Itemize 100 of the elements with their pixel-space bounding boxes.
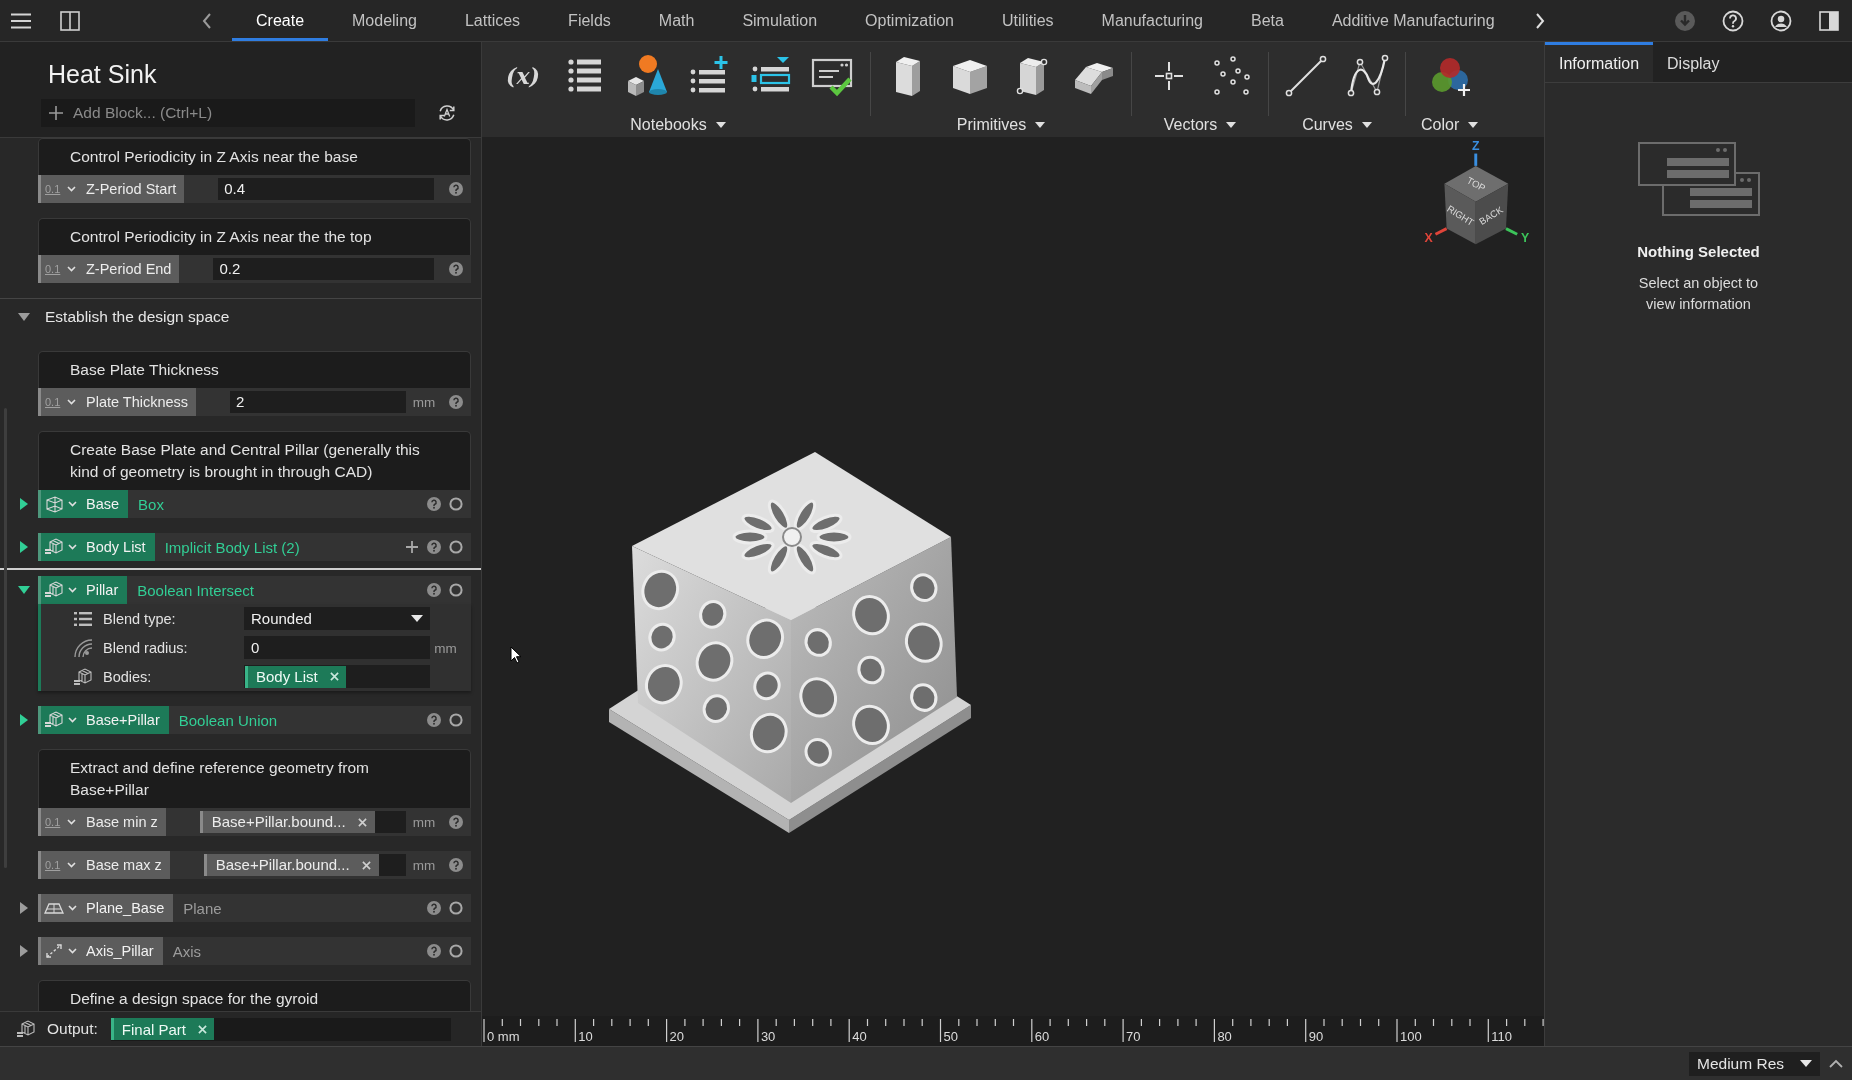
note-card: Control Periodicity in Z Axis near the base — [38, 138, 471, 175]
ribbon-tab[interactable]: Math — [634, 0, 719, 41]
group-menu-button[interactable]: Notebooks — [630, 116, 726, 134]
unit-label: mm — [411, 814, 437, 830]
value-field[interactable]: 2 — [230, 391, 406, 413]
chevron-left-icon[interactable] — [202, 12, 212, 29]
plus-icon[interactable] — [405, 540, 419, 554]
caret-icon — [1800, 1060, 1812, 1067]
parameter-label[interactable]: 0.1 Base max z — [38, 851, 170, 879]
group-menu-button[interactable]: Primitives — [956, 116, 1046, 134]
number-type-glyph: 0.1 — [45, 396, 61, 408]
block-label[interactable]: Axis_Pillar — [38, 937, 163, 965]
add-block-field[interactable]: Add Block... (Ctrl+L) — [41, 99, 415, 127]
chevron-up-icon[interactable] — [1829, 1059, 1843, 1068]
help-icon[interactable] — [1722, 9, 1744, 32]
ruler-label: 20 — [669, 1029, 685, 1044]
ribbon-tab[interactable]: Modeling — [328, 0, 441, 41]
expand-triangle-icon[interactable] — [18, 945, 30, 957]
expand-triangle-icon[interactable] — [18, 311, 30, 323]
ring-icon[interactable] — [449, 583, 463, 597]
dropdown[interactable]: Rounded — [244, 607, 430, 630]
block-type-label: Box — [138, 495, 164, 513]
body-icon — [44, 711, 64, 729]
line-segment-icon[interactable] — [1284, 54, 1328, 98]
ruler-label: 0 mm — [487, 1029, 520, 1044]
ribbon-tab[interactable]: Manufacturing — [1077, 0, 1227, 41]
group-menu-button[interactable]: Curves — [1302, 116, 1372, 134]
close-icon[interactable] — [198, 1024, 208, 1034]
ruler-label: 50 — [943, 1029, 958, 1044]
sidebar-right-icon[interactable] — [1818, 9, 1840, 32]
expand-triangle-icon[interactable] — [18, 541, 30, 553]
group-menu-button[interactable]: Vectors — [1163, 116, 1237, 134]
parameter-label[interactable]: 0.1 Z-Period Start — [38, 175, 185, 203]
plus-icon — [49, 106, 63, 120]
ring-icon[interactable] — [449, 540, 463, 554]
ruler-label: 80 — [1217, 1029, 1232, 1044]
ring-icon[interactable] — [449, 944, 463, 958]
ring-icon[interactable] — [449, 497, 463, 511]
block-label[interactable]: Body List — [38, 533, 155, 561]
shapes-icon[interactable] — [625, 54, 669, 98]
note-card: Base Plate Thickness — [38, 351, 471, 388]
ribbon-tab[interactable]: Optimization — [841, 0, 978, 41]
block-label[interactable]: Base — [38, 490, 129, 518]
ring-icon[interactable] — [449, 901, 463, 915]
parameter-label[interactable]: 0.1 Base min z — [38, 808, 166, 836]
parameter-name: Z-Period Start — [86, 181, 177, 197]
spline-curve-icon[interactable] — [1346, 54, 1390, 98]
panel-layout-icon[interactable] — [60, 10, 80, 31]
block-type-label: Plane — [183, 899, 222, 917]
ribbon-tab[interactable]: Additive Manufacturing — [1307, 0, 1519, 41]
close-icon[interactable] — [357, 817, 367, 827]
block-label[interactable]: Plane_Base — [38, 894, 174, 922]
block-name: Base+Pillar — [86, 712, 160, 728]
variable-button[interactable]: (x) — [501, 54, 545, 98]
value-field[interactable]: 0.2 — [213, 258, 434, 280]
ruler-label: 110 — [1491, 1029, 1513, 1044]
body-icon — [16, 1019, 36, 1039]
ribbon-tab[interactable]: Utilities — [978, 0, 1078, 41]
menu-icon[interactable] — [10, 12, 32, 29]
caret-icon — [1035, 122, 1046, 128]
expand-triangle-icon[interactable] — [18, 584, 30, 596]
caret-icon — [1468, 122, 1479, 128]
body-chip[interactable]: Final Part — [110, 1018, 215, 1040]
caret-icon — [67, 399, 76, 405]
block-name: Pillar — [86, 582, 119, 598]
user-icon[interactable] — [1770, 9, 1792, 32]
ribbon-tab[interactable]: Simulation — [718, 0, 842, 41]
output-field[interactable]: Final Part — [110, 1017, 451, 1041]
axis-indicator: Y — [1505, 227, 1530, 245]
inspector-tab[interactable]: Display — [1653, 42, 1734, 82]
ring-icon[interactable] — [449, 713, 463, 727]
ribbon-tab[interactable]: Fields — [544, 0, 635, 41]
close-icon[interactable] — [361, 860, 371, 870]
ribbon-tab[interactable]: Beta — [1226, 0, 1308, 41]
cube-face-label: TOP — [1465, 174, 1488, 194]
ruler-label: 90 — [1308, 1029, 1324, 1044]
mouse-pointer-icon — [510, 646, 522, 664]
expand-triangle-icon[interactable] — [18, 902, 30, 914]
chevron-right-icon[interactable] — [1534, 12, 1545, 29]
block-name: Axis_Pillar — [86, 943, 154, 959]
refresh-icon[interactable] — [437, 103, 457, 123]
group-menu-button[interactable]: Color — [1421, 116, 1479, 134]
value-field[interactable]: 0 — [244, 636, 430, 659]
note-card: Define a design space for the gyroid — [38, 980, 471, 1011]
body-chip[interactable]: Body List — [245, 665, 346, 688]
caret-icon — [67, 819, 76, 825]
parameter-label[interactable]: 0.1 Plate Thickness — [38, 388, 197, 416]
resolution-dropdown[interactable]: Medium Res — [1689, 1051, 1820, 1076]
expand-triangle-icon[interactable] — [18, 714, 30, 726]
parameter-label[interactable]: 0.1 Z-Period End — [38, 255, 180, 283]
bodies-field[interactable]: Body List — [244, 665, 430, 688]
caret-icon — [68, 717, 77, 723]
ruler-label: 100 — [1400, 1029, 1422, 1044]
inspector-tab[interactable]: Information — [1545, 42, 1654, 82]
value-field[interactable]: 0.4 — [218, 178, 434, 200]
ribbon-tab[interactable]: Lattices — [440, 0, 545, 41]
block-label[interactable]: Base+Pillar — [38, 706, 169, 734]
expand-triangle-icon[interactable] — [18, 498, 30, 510]
block-label[interactable]: Pillar — [38, 576, 128, 604]
close-icon[interactable] — [329, 672, 339, 681]
